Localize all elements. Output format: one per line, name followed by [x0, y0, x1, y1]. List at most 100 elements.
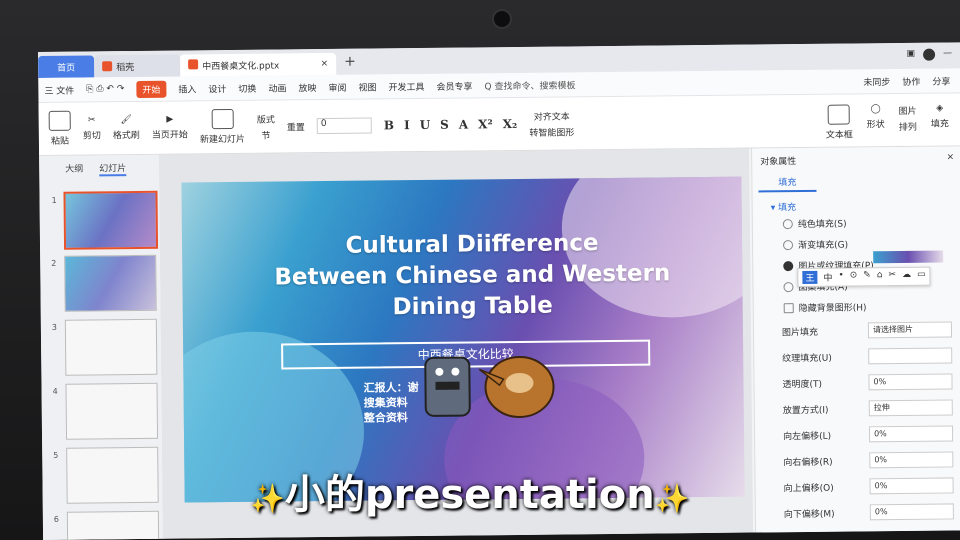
radio-solid-fill[interactable]: 纯色填充(S): [753, 211, 960, 234]
layout-button[interactable]: 版式节: [257, 112, 275, 141]
tab-home-label: 首页: [57, 63, 76, 74]
sparkle-icon: ✨: [654, 482, 690, 515]
fill-button[interactable]: ◈ 填充: [931, 103, 949, 139]
subscript-button[interactable]: X₂: [503, 117, 518, 131]
layout-icon[interactable]: ▣: [906, 49, 915, 61]
search-command[interactable]: Q 查找命令、搜索模板: [484, 78, 575, 92]
offset-stepper[interactable]: 0%: [868, 425, 954, 443]
cut-label: 剪切: [82, 131, 101, 142]
close-icon[interactable]: ×: [947, 152, 955, 165]
radio-indicator: [782, 218, 793, 229]
fill-preview[interactable]: [873, 250, 944, 264]
italic-button[interactable]: I: [404, 118, 410, 132]
share-button[interactable]: 分享: [932, 74, 950, 87]
new-tab-button[interactable]: +: [344, 54, 356, 70]
menu-start[interactable]: 开始: [136, 80, 167, 98]
menu-animation[interactable]: 动画: [268, 81, 286, 94]
texture-fill-label: 纹理填充(U): [782, 353, 832, 364]
reporter-line: 汇报人：谢: [363, 381, 419, 395]
fill-label: 填充: [930, 119, 949, 130]
tab-docer[interactable]: 稻壳: [94, 54, 181, 78]
slide-thumbnail[interactable]: 5: [53, 446, 159, 504]
picture-fill-select[interactable]: 请选择图片: [867, 321, 953, 339]
transparency-row: 透明度(T) 0%: [754, 368, 960, 396]
menu-insert[interactable]: 插入: [178, 82, 196, 95]
format-painter-label: 格式刷: [112, 130, 140, 142]
menu-review[interactable]: 审阅: [328, 80, 346, 93]
tab-slides[interactable]: 幻灯片: [99, 161, 127, 177]
offset-stepper[interactable]: 0%: [869, 451, 954, 469]
pptx-icon: [188, 58, 199, 69]
tab-outline[interactable]: 大纲: [65, 162, 83, 177]
from-current-button[interactable]: ▶ 当页开始: [151, 114, 188, 141]
menu-view[interactable]: 视图: [358, 80, 376, 93]
slide-thumbnail[interactable]: 3: [52, 318, 158, 376]
slide-thumbnail[interactable]: 4: [53, 382, 159, 440]
radio-label: 渐变填充(G): [798, 240, 849, 252]
pane-title: 对象属性: [760, 157, 797, 168]
textbox-button[interactable]: 文本框: [826, 104, 853, 141]
menu-slideshow[interactable]: 放映: [298, 81, 316, 94]
ime-cloud-icon[interactable]: ☁: [902, 270, 911, 283]
radio-indicator: [783, 281, 794, 292]
textbox-icon: [828, 104, 851, 125]
shape-button[interactable]: ◯ 形状: [867, 104, 885, 140]
reset-button[interactable]: 重置: [287, 120, 305, 133]
font-color-button[interactable]: A: [459, 118, 468, 132]
tab-fill[interactable]: 填充: [758, 172, 817, 193]
underline-button[interactable]: U: [420, 118, 431, 132]
minimize-icon[interactable]: —: [943, 48, 952, 60]
tab-document[interactable]: 中西餐桌文化.pptx ×: [180, 52, 337, 77]
align-text-label: 对齐文本: [533, 111, 570, 123]
offset-stepper[interactable]: 0%: [869, 503, 954, 521]
ime-dot-icon[interactable]: •: [838, 271, 843, 284]
close-icon[interactable]: ×: [321, 59, 329, 69]
reporter-text[interactable]: 汇报人：谢 搜集资料 整合资料: [363, 380, 418, 426]
ime-home-icon[interactable]: ⌂: [877, 270, 883, 283]
ime-chinese-icon[interactable]: 中: [823, 271, 832, 284]
cut-button[interactable]: ✂ 剪切: [83, 115, 101, 141]
slide-editor[interactable]: Cultural Diifference Between Chinese and…: [181, 176, 745, 503]
collab-button[interactable]: 协作: [902, 74, 920, 87]
new-slide-button[interactable]: 新建幻灯片: [200, 108, 245, 145]
bold-button[interactable]: B: [384, 118, 394, 132]
fill-section-title[interactable]: ▾ 填充: [753, 190, 960, 213]
tab-home[interactable]: 首页: [38, 55, 95, 78]
ime-pen-icon[interactable]: ✎: [863, 270, 871, 283]
offset-stepper[interactable]: 0%: [869, 477, 954, 495]
transparency-slider[interactable]: 0%: [868, 373, 953, 391]
font-size-field[interactable]: 0: [316, 117, 372, 135]
slide-title[interactable]: Cultural Diifference Between Chinese and…: [242, 227, 703, 325]
menu-design[interactable]: 设计: [208, 82, 226, 95]
paste-button[interactable]: 粘贴: [48, 110, 71, 147]
quick-access-icons[interactable]: ⎘ ⎙ ↶ ↷: [86, 84, 124, 94]
slide-thumbnail[interactable]: 6: [54, 510, 160, 540]
arrange-label: 排列: [898, 122, 917, 133]
format-painter-button[interactable]: 🖌 格式刷: [113, 115, 140, 141]
slide-number: 2: [51, 258, 57, 268]
docer-icon: [102, 61, 113, 72]
menu-file[interactable]: 三 文件: [44, 83, 74, 96]
hide-background-checkbox[interactable]: 隐藏背景图形(H): [754, 295, 960, 318]
video-caption: ✨小的presentation✨: [250, 462, 690, 520]
texture-fill-select[interactable]: [868, 347, 953, 365]
placement-row: 放置方式(I) 拉伸: [755, 394, 960, 422]
ime-scissors-icon[interactable]: ✂: [888, 270, 896, 283]
strikethrough-button[interactable]: S: [440, 118, 449, 132]
picture-button[interactable]: 图片 排列: [899, 104, 917, 140]
menu-transition[interactable]: 切换: [238, 81, 256, 94]
ime-keyboard-icon[interactable]: ▭: [917, 270, 926, 283]
menu-member[interactable]: 会员专享: [436, 79, 472, 92]
ime-emoji-icon[interactable]: ⊙: [850, 270, 858, 283]
slide-thumbnail[interactable]: 1: [52, 190, 159, 250]
from-current-label: 当页开始: [151, 130, 188, 141]
superscript-button[interactable]: X²: [478, 117, 493, 131]
avatar[interactable]: [923, 48, 936, 61]
menu-devtools[interactable]: 开发工具: [388, 79, 424, 92]
ime-logo-icon[interactable]: 王: [802, 270, 818, 285]
sync-button[interactable]: 未同步: [863, 75, 890, 88]
align-text-button[interactable]: 对齐文本 转智能图形: [529, 109, 574, 138]
title-line: Between Chinese and Western: [274, 260, 671, 291]
slide-thumbnail[interactable]: 2: [51, 254, 157, 312]
placement-select[interactable]: 拉伸: [868, 399, 953, 417]
